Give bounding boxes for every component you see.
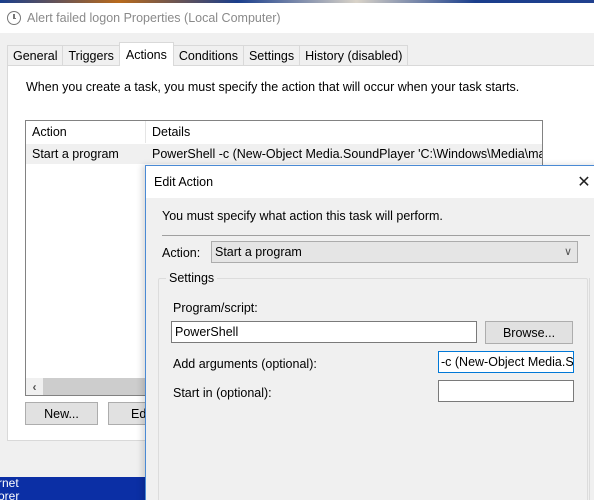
dialog-description: You must specify what action this task w… — [162, 209, 443, 223]
separator — [162, 235, 590, 236]
tab-conditions[interactable]: Conditions — [172, 45, 244, 66]
tab-triggers[interactable]: Triggers — [62, 45, 120, 66]
new-button[interactable]: New... — [25, 402, 98, 425]
start-in-label: Start in (optional): — [173, 386, 272, 400]
list-item[interactable]: Start a program PowerShell -c (New-Objec… — [26, 144, 542, 164]
program-script-label: Program/script: — [173, 301, 258, 315]
action-label: Action: — [162, 246, 201, 260]
window-title: Alert failed logon Properties (Local Com… — [27, 11, 281, 25]
arguments-value: -c (New-Object Media.So — [441, 355, 574, 369]
browse-button[interactable]: Browse... — [485, 321, 573, 344]
column-header-action[interactable]: Action — [26, 121, 146, 143]
program-script-input[interactable]: PowerShell — [171, 321, 477, 343]
tab-settings[interactable]: Settings — [242, 45, 301, 66]
column-header-details[interactable]: Details — [146, 121, 542, 143]
edit-action-dialog: Edit Action ✕ You must specify what acti… — [145, 165, 594, 500]
arguments-input[interactable]: -c (New-Object Media.So — [438, 351, 574, 373]
actions-description: When you create a task, you must specify… — [26, 80, 520, 94]
list-header: Action Details — [26, 121, 542, 143]
settings-legend: Settings — [166, 271, 218, 285]
dialog-title: Edit Action — [154, 175, 214, 189]
group-edge — [589, 278, 590, 500]
tab-actions[interactable]: Actions — [118, 42, 174, 66]
row-details: PowerShell -c (New-Object Media.SoundPla… — [152, 147, 542, 161]
action-dropdown[interactable]: Start a program ∨ — [211, 241, 578, 263]
close-icon[interactable]: ✕ — [574, 172, 594, 192]
desktop-text: rnet — [0, 477, 19, 490]
action-dropdown-value: Start a program — [215, 245, 302, 259]
arguments-label: Add arguments (optional): — [173, 357, 317, 371]
row-action: Start a program — [32, 147, 119, 161]
tab-strip: General Triggers Actions Conditions Sett… — [7, 42, 409, 66]
title-bar: Alert failed logon Properties (Local Com… — [0, 3, 594, 33]
tab-general[interactable]: General — [7, 45, 64, 66]
start-in-input[interactable] — [438, 380, 574, 402]
desktop-text: orer — [0, 489, 20, 500]
scroll-left-icon[interactable]: ‹ — [26, 378, 43, 395]
desktop-background-list: rnet orer — [0, 477, 150, 500]
program-script-value: PowerShell — [175, 325, 239, 339]
tab-history[interactable]: History (disabled) — [299, 45, 409, 66]
chevron-down-icon: ∨ — [563, 246, 572, 258]
dialog-title-bar: Edit Action ✕ — [146, 166, 594, 198]
clock-icon — [7, 11, 21, 25]
